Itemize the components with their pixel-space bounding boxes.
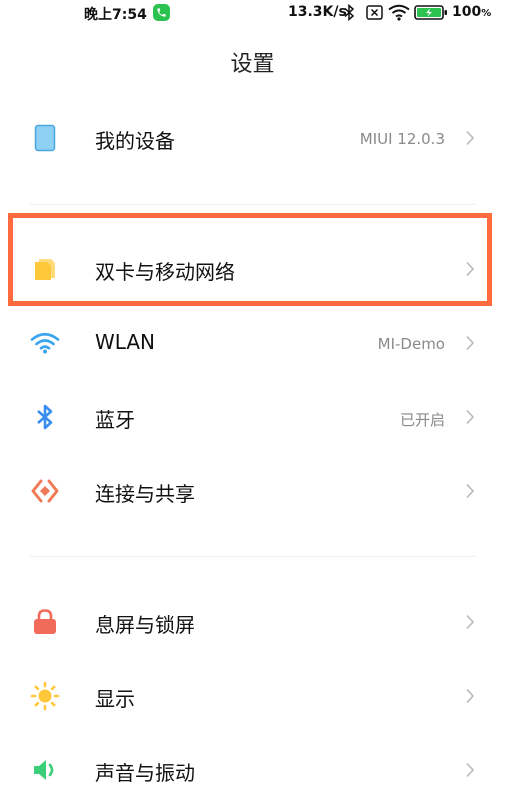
settings-item-value: MIUI 12.0.3 — [359, 130, 445, 148]
chevron-right-icon — [466, 483, 475, 499]
settings-item-display[interactable]: 显示 — [0, 659, 505, 733]
settings-item-label: WLAN — [95, 330, 156, 354]
settings-item-my-device[interactable]: 我的设备 MIUI 12.0.3 — [0, 101, 505, 175]
status-time: 晚上7:54 — [84, 7, 147, 23]
wifi-icon — [30, 328, 60, 358]
chevron-right-icon — [466, 335, 475, 351]
bluetooth-icon — [30, 402, 60, 432]
settings-item-wlan[interactable]: WLAN MI-Demo — [0, 306, 505, 380]
settings-item-label: 我的设备 — [95, 129, 175, 153]
settings-item-connection-sharing[interactable]: 连接与共享 — [0, 454, 505, 528]
sim-icon — [366, 5, 383, 24]
battery-icon — [414, 5, 448, 24]
chevron-right-icon — [466, 409, 475, 425]
highlight-box — [8, 213, 492, 306]
page-title: 设置 — [230, 52, 275, 77]
network-speed: 13.3K/s — [288, 4, 347, 20]
phone-call-icon — [153, 4, 170, 21]
settings-item-label: 显示 — [95, 687, 135, 711]
settings-item-label: 连接与共享 — [95, 482, 195, 506]
settings-item-value: MI-Demo — [377, 335, 445, 353]
speaker-icon — [30, 755, 60, 785]
settings-item-sound[interactable]: 声音与振动 — [0, 733, 505, 807]
chevron-right-icon — [466, 688, 475, 704]
connection-share-icon — [30, 476, 60, 506]
settings-item-label: 声音与振动 — [95, 761, 195, 785]
settings-item-label: 息屏与锁屏 — [95, 613, 195, 637]
bluetooth-icon — [343, 3, 355, 25]
device-icon — [30, 123, 60, 153]
brightness-icon — [30, 681, 60, 711]
battery-percent: 100% — [452, 4, 492, 20]
section-divider — [30, 204, 475, 205]
chevron-right-icon — [466, 614, 475, 630]
chevron-right-icon — [466, 130, 475, 146]
settings-item-bluetooth[interactable]: 蓝牙 已开启 — [0, 380, 505, 454]
status-bar: 晚上7:54 13.3K/s 100% — [0, 0, 505, 26]
chevron-right-icon — [466, 762, 475, 778]
section-divider — [30, 556, 475, 557]
settings-item-label: 蓝牙 — [95, 408, 135, 432]
settings-item-value: 已开启 — [399, 411, 445, 429]
lock-icon — [30, 607, 60, 637]
wifi-icon — [388, 4, 410, 25]
settings-item-lockscreen[interactable]: 息屏与锁屏 — [0, 585, 505, 659]
